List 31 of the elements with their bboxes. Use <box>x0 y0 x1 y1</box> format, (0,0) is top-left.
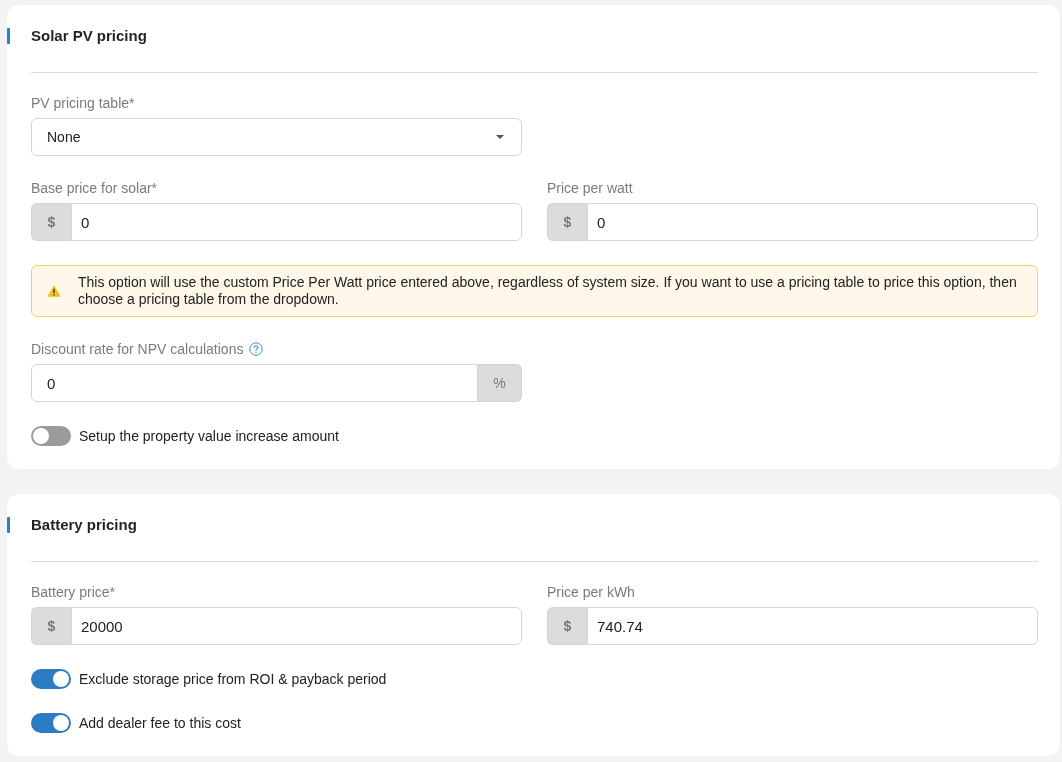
field-label: Price per watt <box>547 180 633 196</box>
title-accent-bar <box>7 28 10 44</box>
caret-icon <box>496 135 504 139</box>
toggle-label: Exclude storage price from ROI & payback period <box>79 671 387 687</box>
section-title: Battery pricing <box>31 515 137 535</box>
help-icon[interactable] <box>249 342 264 356</box>
field-label: Discount rate for NPV calculations <box>31 341 244 357</box>
currency-prefix: $ <box>547 203 587 241</box>
section-title: Solar PV pricing <box>31 26 147 46</box>
notice-text: This option will use the custom Price Per Watt price entered above, regardless of system size. If you want to use a pricing table to price this option, then choose a pricing table from the dropdown. <box>78 274 1018 308</box>
number-input[interactable]: 20000 <box>71 607 522 645</box>
unit-suffix: % <box>478 364 522 402</box>
field-label: Price per kWh <box>547 584 635 600</box>
toggle-label: Add dealer fee to this cost <box>79 715 241 731</box>
number-input[interactable]: 0 <box>31 364 478 402</box>
warning-icon <box>47 285 61 297</box>
field-label: Base price for solar* <box>31 180 158 196</box>
field-label: Battery price* <box>31 584 116 600</box>
title-accent-bar <box>7 517 10 533</box>
currency-prefix: $ <box>31 203 71 241</box>
number-input[interactable]: 0 <box>71 203 522 241</box>
currency-prefix: $ <box>31 607 71 645</box>
toggle-switch[interactable] <box>31 669 71 689</box>
toggle-switch[interactable] <box>31 426 71 446</box>
toggle-label: Setup the property value increase amount <box>79 428 339 444</box>
number-input[interactable]: 0 <box>587 203 1038 241</box>
dropdown-select[interactable]: None <box>31 118 522 156</box>
number-input[interactable]: 740.74 <box>587 607 1038 645</box>
currency-prefix: $ <box>547 607 587 645</box>
field-label: PV pricing table* <box>31 95 135 111</box>
toggle-switch[interactable] <box>31 713 71 733</box>
